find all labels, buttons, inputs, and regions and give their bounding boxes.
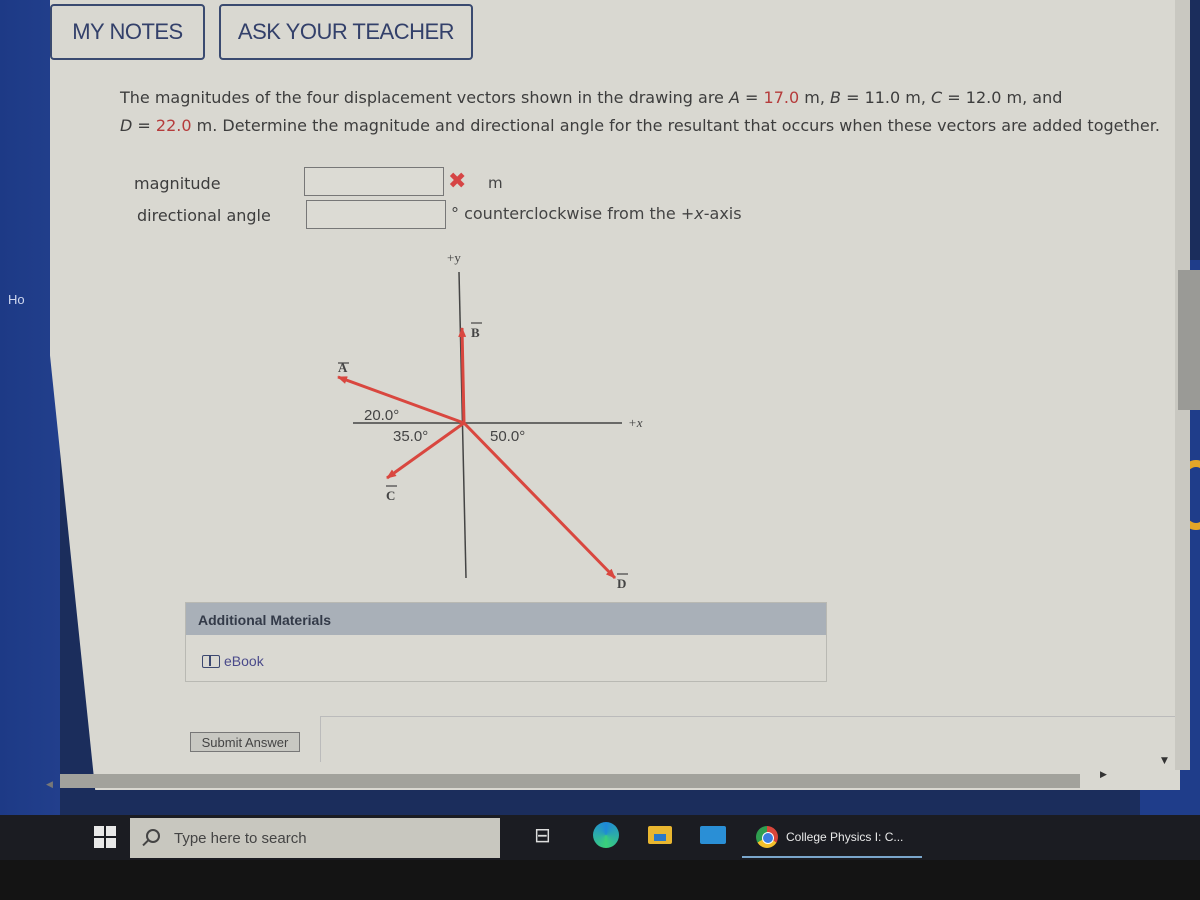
task-view-icon[interactable]: ⊟ (534, 822, 562, 848)
angle-input[interactable] (306, 200, 446, 229)
browser-page: MY NOTES ASK YOUR TEACHER The magnitudes… (50, 0, 1180, 790)
chrome-app-label: College Physics I: C... (786, 830, 904, 844)
scroll-right-arrow-icon[interactable]: ▶ (1100, 770, 1107, 780)
materials-heading: Additional Materials (186, 603, 826, 635)
book-icon (202, 654, 220, 668)
value-b: 11.0 (864, 88, 901, 107)
scroll-down-arrow-icon[interactable]: ▼ (1161, 756, 1168, 766)
taskbar-chrome-app[interactable]: College Physics I: C... (742, 818, 922, 858)
vertical-scrollbar-thumb[interactable] (1178, 270, 1200, 410)
file-explorer-icon[interactable] (648, 826, 672, 844)
submit-area-frame (320, 716, 1180, 762)
search-placeholder: Type here to search (174, 829, 307, 847)
desktop-partial-label: Ho (8, 292, 25, 307)
magnitude-label: magnitude (134, 174, 221, 193)
angle-unit: ° counterclockwise from the +x-axis (451, 204, 742, 223)
magnitude-unit: m (488, 174, 503, 192)
angle-a-label: 20.0° (364, 407, 399, 424)
question-text: The magnitudes of the four displacement … (120, 88, 1160, 135)
vector-d-label: D (617, 576, 626, 591)
horizontal-scrollbar[interactable] (60, 774, 1080, 788)
mail-icon[interactable] (700, 826, 726, 844)
angle-label: directional angle (137, 206, 271, 225)
x-axis-label: +x (628, 415, 643, 430)
vector-c-label: C (386, 488, 395, 503)
value-a: 17.0 (763, 88, 800, 107)
ask-teacher-button[interactable]: ASK YOUR TEACHER (219, 4, 473, 60)
scroll-left-arrow-icon[interactable]: ◀ (46, 780, 53, 790)
search-icon (146, 829, 160, 843)
vector-a (337, 375, 465, 425)
y-axis-label: +y (447, 250, 461, 265)
vector-b-label: B (471, 325, 480, 340)
vector-diagram: +x +y A B C D 20.0° 35.0° 50.0° (337, 250, 643, 591)
vector-a-label: A (338, 360, 348, 375)
windows-start-icon[interactable] (94, 826, 116, 848)
vector-d (462, 421, 617, 580)
angle-d-label: 50.0° (490, 428, 525, 445)
angle-c-label: 35.0° (393, 428, 428, 445)
edge-browser-icon[interactable] (593, 822, 619, 848)
submit-answer-button[interactable]: Submit Answer (190, 732, 300, 752)
value-c: 12.0 (965, 88, 1002, 107)
magnitude-input[interactable] (304, 167, 444, 196)
taskbar-search-input[interactable]: Type here to search (130, 818, 500, 858)
my-notes-button[interactable]: MY NOTES (50, 4, 205, 60)
monitor-bezel (0, 860, 1200, 900)
ebook-label: eBook (224, 653, 264, 669)
value-d: 22.0 (155, 116, 192, 135)
vector-b (458, 327, 467, 424)
additional-materials-panel: Additional Materials eBook (185, 602, 827, 682)
ebook-link[interactable]: eBook (202, 653, 264, 669)
incorrect-x-icon: ✖ (448, 169, 467, 194)
chrome-icon (756, 826, 778, 848)
